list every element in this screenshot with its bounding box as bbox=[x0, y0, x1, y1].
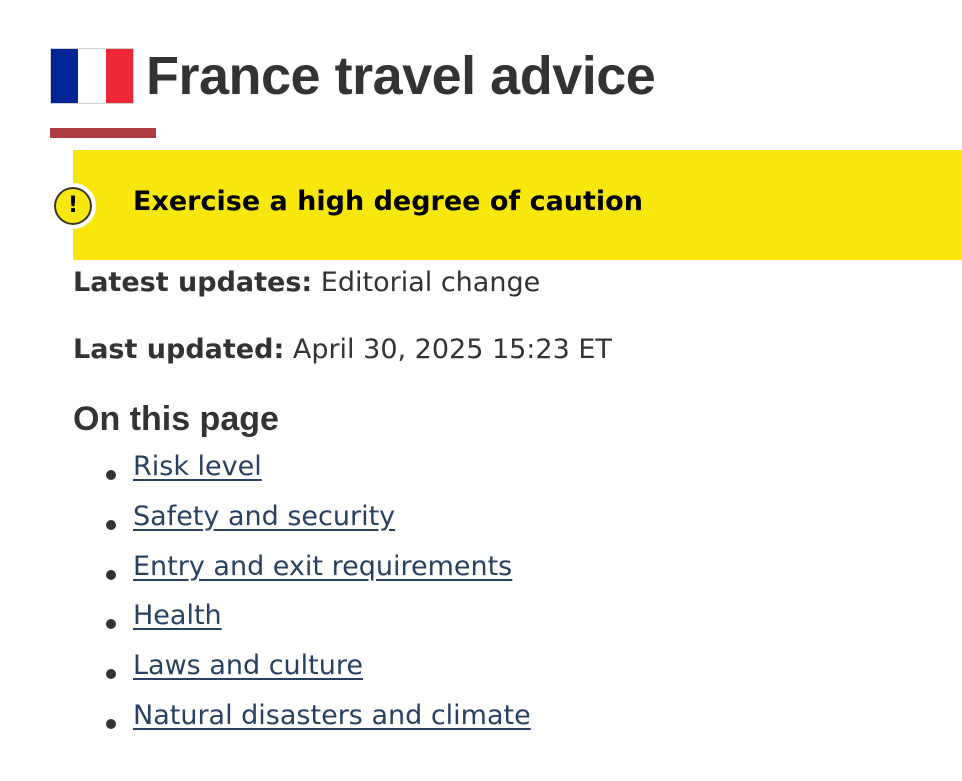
bullet-icon bbox=[106, 569, 116, 580]
bullet-icon bbox=[106, 669, 116, 680]
france-flag-icon bbox=[50, 48, 134, 104]
flag-band-white bbox=[78, 49, 106, 103]
latest-updates-label: Latest updates: bbox=[73, 267, 313, 298]
toc-item-health: Health bbox=[73, 600, 531, 650]
last-updated-label: Last updated: bbox=[73, 334, 285, 365]
toc-link-entry-and-exit[interactable]: Entry and exit requirements bbox=[133, 551, 512, 582]
page-header: France travel advice bbox=[50, 44, 656, 108]
flag-band-red bbox=[105, 49, 133, 103]
toc-list: Risk level Safety and security Entry and… bbox=[73, 451, 531, 750]
toc-link-natural-disasters[interactable]: Natural disasters and climate bbox=[133, 700, 531, 731]
toc-item-entry-and-exit: Entry and exit requirements bbox=[73, 551, 531, 601]
title-underline bbox=[50, 128, 156, 138]
toc-link-laws-and-culture[interactable]: Laws and culture bbox=[133, 650, 363, 681]
toc-link-health[interactable]: Health bbox=[133, 600, 222, 631]
last-updated-value: April 30, 2025 15:23 ET bbox=[292, 334, 612, 365]
bullet-icon bbox=[106, 718, 116, 729]
risk-level-text: Exercise a high degree of caution bbox=[133, 186, 643, 217]
latest-updates-value: Editorial change bbox=[320, 267, 541, 298]
latest-updates: Latest updates: Editorial change bbox=[73, 267, 540, 298]
bullet-icon bbox=[106, 519, 116, 530]
toc-item-natural-disasters: Natural disasters and climate bbox=[73, 700, 531, 750]
toc-item-risk-level: Risk level bbox=[73, 451, 531, 501]
toc-item-safety-and-security: Safety and security bbox=[73, 501, 531, 551]
flag-band-blue bbox=[51, 49, 79, 103]
exclamation-icon: ! bbox=[50, 183, 96, 229]
bullet-icon bbox=[106, 470, 116, 480]
last-updated: Last updated: April 30, 2025 15:23 ET bbox=[73, 334, 612, 365]
toc-heading: On this page bbox=[73, 400, 279, 438]
toc-item-laws-and-culture: Laws and culture bbox=[73, 650, 531, 700]
toc-link-safety-and-security[interactable]: Safety and security bbox=[133, 501, 395, 532]
toc-link-risk-level[interactable]: Risk level bbox=[133, 451, 262, 482]
page-title: France travel advice bbox=[146, 46, 656, 106]
bullet-icon bbox=[106, 619, 116, 630]
